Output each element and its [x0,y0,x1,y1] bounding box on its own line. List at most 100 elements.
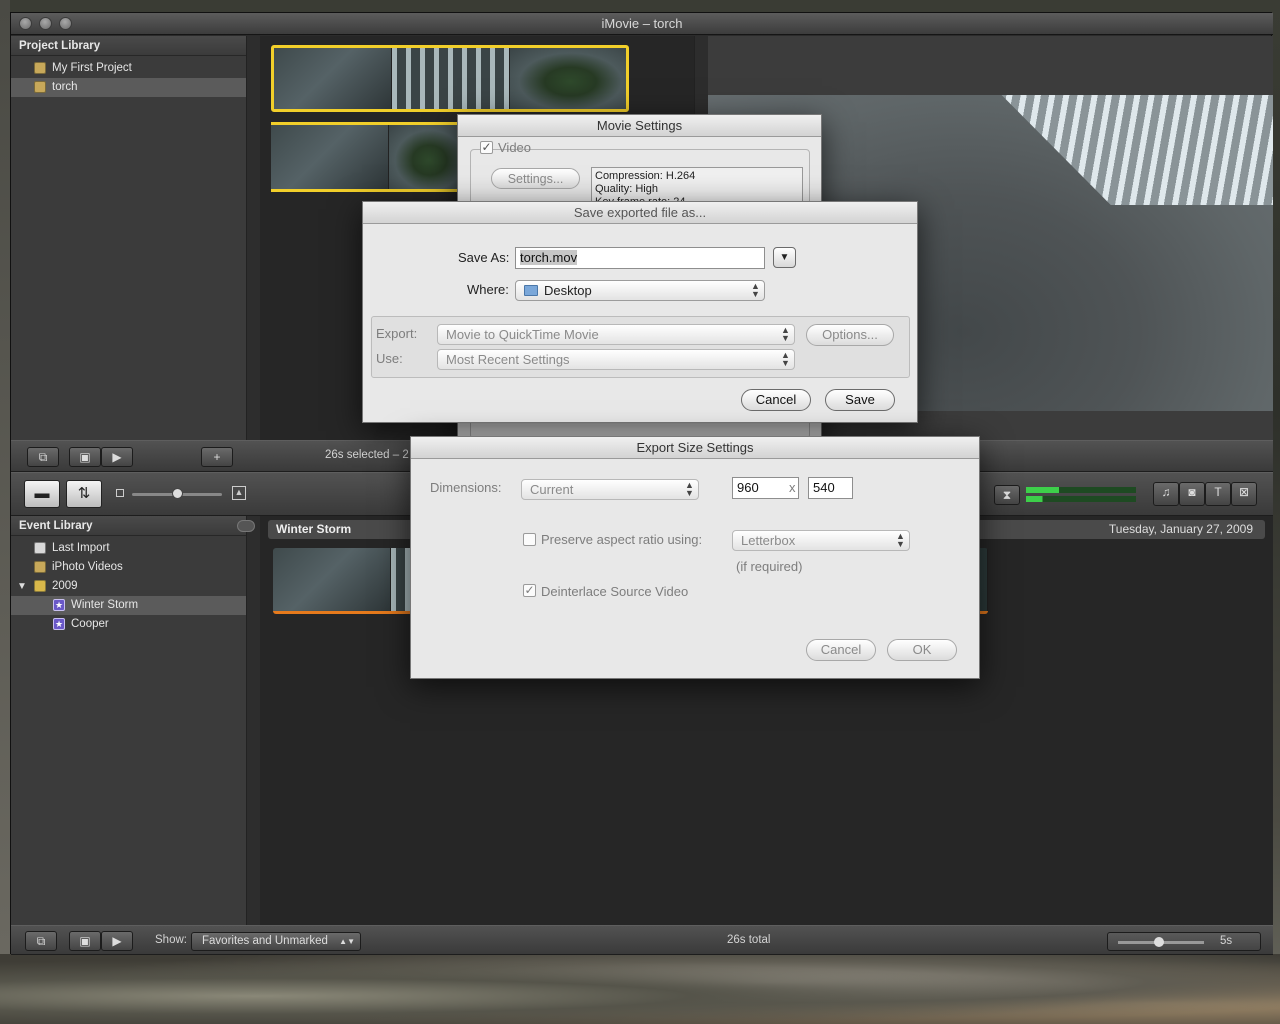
event-item-cooper[interactable]: ★ Cooper [11,615,246,634]
times-separator: x [789,480,796,495]
video-label: Video [498,140,532,155]
options-button[interactable]: Options... [806,324,894,346]
export-format-popup[interactable]: Movie to QuickTime Movie ▲ ▼ [437,324,795,345]
small-thumbnail-icon [116,489,124,497]
popup-arrows-icon: ▲▼ [781,325,790,343]
project-clip-selected[interactable] [271,45,629,112]
titles-icon[interactable]: T [1205,482,1231,506]
zoom-slider-knob[interactable] [1154,937,1164,947]
where-popup[interactable]: Desktop ▲ ▼ [515,280,765,301]
folder-icon [524,285,538,296]
event-star-icon: ★ [53,599,65,611]
audio-level-meter-right [1026,496,1136,502]
save-button[interactable]: Save [825,389,895,411]
use-settings-popup[interactable]: Most Recent Settings ▲ ▼ [437,349,795,370]
clip-frame [274,48,392,109]
video-checkbox[interactable]: ✓ [480,141,493,154]
popup-arrows-icon: ▲▼ [685,480,694,498]
event-library-scrollbar[interactable] [246,516,260,925]
popup-arrows-icon: ▲▼ [781,350,790,368]
filename-field[interactable]: torch.mov [515,247,765,269]
project-item-my-first-project[interactable]: My First Project [11,59,246,78]
dimensions-label: Dimensions: [430,480,502,495]
project-library-header: Project Library [11,36,246,56]
desktop-background-left [0,0,10,954]
event-item-label: iPhoto Videos [52,561,123,573]
project-film-icon [34,62,46,74]
event-item-iphoto-videos[interactable]: iPhoto Videos [11,558,246,577]
minimize-window-button[interactable] [39,17,52,30]
export-label: Export: [376,326,418,341]
use-label: Use: [376,351,403,366]
height-field[interactable]: 540 [808,477,853,499]
project-library-scrollbar[interactable] [246,36,260,440]
project-item-torch[interactable]: torch [11,78,246,97]
event-item-last-import[interactable]: Last Import [11,539,246,558]
event-item-label: Winter Storm [71,599,139,611]
export-size-title: Export Size Settings [411,437,979,459]
event-play-fullscreen-button[interactable]: ▣ [69,931,101,951]
popup-arrows-icon: ▲▼ [339,937,355,946]
add-project-button[interactable]: + [201,447,233,467]
event-item-label: Cooper [71,618,109,630]
export-size-cancel-button[interactable]: Cancel [806,639,876,661]
expand-disclosure-icon[interactable]: ▼ [773,247,796,268]
event-star-icon: ★ [53,618,65,630]
zoom-control: 5s [1107,932,1261,951]
export-format-value: Movie to QuickTime Movie [446,327,599,342]
transitions-icon[interactable]: ⊠ [1231,482,1257,506]
show-filter-popup[interactable]: Favorites and Unmarked ▲▼ [191,932,361,951]
new-project-button[interactable]: ⧉ [27,447,59,467]
letterbox-popup[interactable]: Letterbox ▲ ▼ [732,530,910,551]
eject-icon[interactable] [237,520,255,532]
play-fullscreen-button[interactable]: ▣ [69,447,101,467]
swap-events-button[interactable]: ⇅ [66,480,102,508]
project-film-icon [34,81,46,93]
deinterlace-checkbox[interactable]: ✓ [523,584,536,597]
preserve-aspect-checkbox[interactable] [523,533,536,546]
folder-icon [34,580,46,592]
audio-adjust-button[interactable]: ⧗ [994,485,1020,505]
event-play-button[interactable]: ▶ [101,931,133,951]
show-filter-value: Favorites and Unmarked [202,935,328,947]
disclosure-triangle-icon[interactable]: ▼ [17,577,27,596]
audio-level-meter-left [1026,487,1136,493]
event-fullscreen-button[interactable]: ⧉ [25,931,57,951]
dimensions-popup[interactable]: Current ▲ ▼ [521,479,699,500]
deinterlace-label: Deinterlace Source Video [541,584,689,599]
event-item-label: 2009 [52,580,78,592]
viewer-skylight [1001,95,1273,205]
play-button[interactable]: ▶ [101,447,133,467]
event-library: Event Library Last Import iPhoto Videos … [11,516,246,925]
event-item-winter-storm[interactable]: ★ Winter Storm [11,596,246,615]
zoom-window-button[interactable] [59,17,72,30]
where-value: Desktop [544,283,592,298]
letterbox-value: Letterbox [741,533,796,548]
window-title: iMovie – torch [601,16,683,31]
movie-settings-title: Movie Settings [458,115,821,137]
save-as-label: Save As: [458,250,510,265]
export-size-ok-button[interactable]: OK [887,639,957,661]
project-library: Project Library My First Project torch [11,36,246,440]
title-bar: iMovie – torch [11,13,1273,35]
popup-arrows-icon: ▲▼ [751,281,760,299]
save-dialog-title: Save exported file as... [363,202,917,224]
total-duration: 26s total [727,934,771,946]
clip-frame [271,125,389,189]
camera-import-button[interactable]: ▬ [24,480,60,508]
music-icon[interactable]: ♫ [1153,482,1179,506]
event-item-label: Last Import [52,542,110,554]
close-window-button[interactable] [19,17,32,30]
export-size-dialog: Export Size Settings Dimensions: Current… [410,436,980,679]
event-item-2009[interactable]: ▼ 2009 [11,577,246,596]
photo-camera-icon[interactable]: ◙ [1179,482,1205,506]
desktop-background-bottom [0,954,1280,1024]
if-required-note: (if required) [736,559,803,574]
save-export-dialog: Save exported file as... Save As: torch.… [362,201,918,423]
save-dialog-cancel-button[interactable]: Cancel [741,389,811,411]
video-settings-button[interactable]: Settings... [491,168,580,189]
thumbnail-slider-knob[interactable] [172,488,183,499]
project-item-label: torch [52,81,78,93]
project-clip[interactable] [271,122,471,192]
popup-arrows-icon: ▲▼ [896,531,905,549]
